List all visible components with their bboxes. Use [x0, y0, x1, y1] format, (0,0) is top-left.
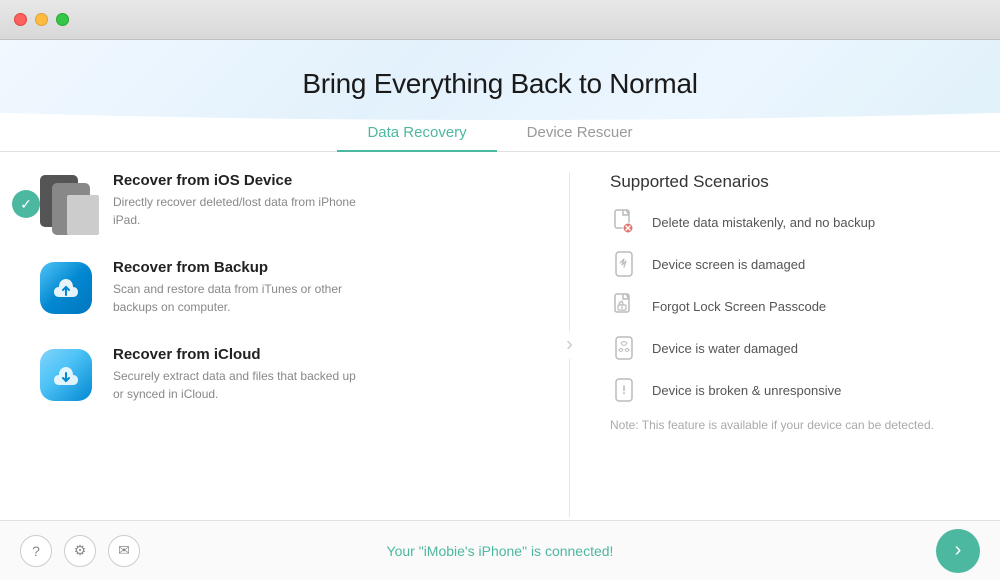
scenario-water-text: Device is water damaged [652, 341, 798, 356]
settings-button[interactable]: ⚙ [64, 535, 96, 567]
ios-item-title: Recover from iOS Device [113, 172, 363, 189]
connected-status: Your "iMobie's iPhone" is connected! [387, 543, 614, 559]
backup-icon [40, 259, 95, 324]
question-icon: ? [32, 543, 40, 559]
icloud-item-text: Recover from iCloud Securely extract dat… [113, 346, 363, 403]
icloud-item-title: Recover from iCloud [113, 346, 363, 363]
mail-icon: ✉ [118, 542, 130, 559]
list-item: Delete data mistakenly, and no backup [610, 208, 970, 236]
scenario-screen-text: Device screen is damaged [652, 257, 805, 272]
tab-device-rescuer[interactable]: Device Rescuer [497, 116, 663, 151]
check-icon: ✓ [20, 196, 32, 213]
ios-item-text: Recover from iOS Device Directly recover… [113, 172, 363, 229]
check-badge: ✓ [12, 190, 40, 218]
right-column: Supported Scenarios Delete data mistaken… [570, 162, 1000, 520]
water-damage-icon [610, 334, 638, 362]
backup-item-desc: Scan and restore data from iTunes or oth… [113, 280, 363, 316]
backup-item-text: Recover from Backup Scan and restore dat… [113, 259, 363, 316]
maximize-button[interactable] [56, 13, 69, 26]
screen-damage-icon [610, 250, 638, 278]
title-bar [0, 0, 1000, 40]
left-column: ✓ Recover from iOS Device Directly recov… [0, 162, 569, 520]
scenarios-heading: Supported Scenarios [610, 172, 970, 192]
minimize-button[interactable] [35, 13, 48, 26]
column-divider [569, 172, 570, 517]
scenario-passcode-text: Forgot Lock Screen Passcode [652, 299, 826, 314]
file-delete-icon [610, 208, 638, 236]
scenario-broken-text: Device is broken & unresponsive [652, 383, 841, 398]
scenario-delete-text: Delete data mistakenly, and no backup [652, 215, 875, 230]
backup-item-title: Recover from Backup [113, 259, 363, 276]
bottom-icons-group: ? ⚙ ✉ [20, 535, 140, 567]
list-item[interactable]: Recover from iOS Device Directly recover… [40, 172, 549, 237]
next-button[interactable]: › [936, 529, 980, 573]
ios-item-desc: Directly recover deleted/lost data from … [113, 193, 363, 229]
icloud-item-desc: Securely extract data and files that bac… [113, 367, 363, 403]
list-item: ! Device is broken & unresponsive [610, 376, 970, 404]
header: Bring Everything Back to Normal [0, 40, 1000, 100]
list-item[interactable]: Recover from Backup Scan and restore dat… [40, 259, 549, 324]
window-controls [14, 13, 69, 26]
next-arrow-icon: › [955, 539, 962, 562]
list-item[interactable]: Recover from iCloud Securely extract dat… [40, 346, 549, 411]
backup-svg [51, 273, 81, 303]
columns-layout: ✓ Recover from iOS Device Directly recov… [0, 162, 1000, 520]
ios-device-icon [40, 172, 95, 237]
scenario-note: Note: This feature is available if your … [610, 418, 970, 432]
svg-text:!: ! [622, 383, 626, 397]
bottom-bar: ? ⚙ ✉ Your "iMobie's iPhone" is connecte… [0, 520, 1000, 580]
list-item: Device screen is damaged [610, 250, 970, 278]
broken-icon: ! [610, 376, 638, 404]
gear-icon: ⚙ [74, 542, 87, 559]
close-button[interactable] [14, 13, 27, 26]
tab-bar: Data Recovery Device Rescuer [0, 116, 1000, 152]
mail-button[interactable]: ✉ [108, 535, 140, 567]
device-front-shape [52, 183, 90, 235]
icloud-icon [40, 346, 95, 411]
lock-icon [610, 292, 638, 320]
main-content: Bring Everything Back to Normal Data Rec… [0, 40, 1000, 520]
device-screen-shape [67, 195, 99, 235]
tab-data-recovery[interactable]: Data Recovery [337, 116, 496, 151]
list-item: Forgot Lock Screen Passcode [610, 292, 970, 320]
page-title: Bring Everything Back to Normal [0, 68, 1000, 100]
icloud-svg [50, 359, 82, 391]
help-button[interactable]: ? [20, 535, 52, 567]
list-item: Device is water damaged [610, 334, 970, 362]
